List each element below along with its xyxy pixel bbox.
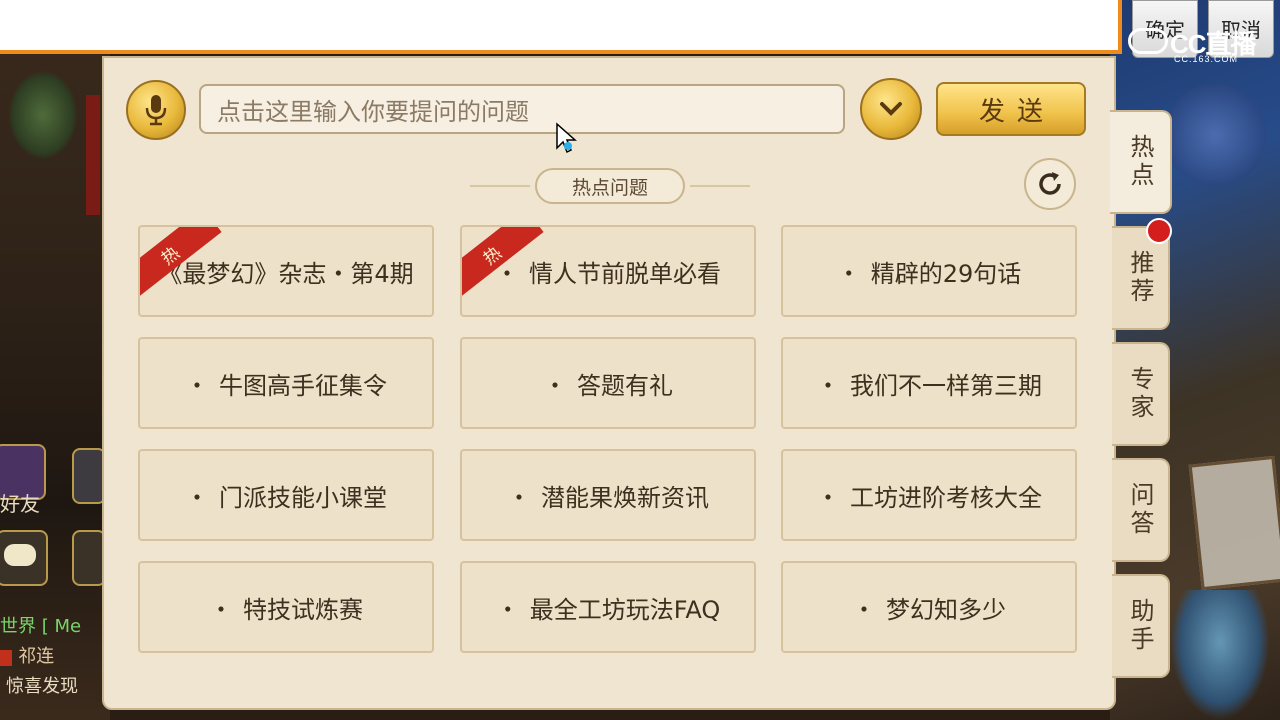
- history-dropdown-button[interactable]: [860, 78, 922, 140]
- watermark-sub: CC.163.COM: [1174, 54, 1239, 64]
- hot-question-item[interactable]: 热 ・情人节前脱单必看: [460, 225, 756, 317]
- cc-live-watermark: CC直播 CC.163.COM: [1128, 24, 1268, 64]
- title-ornament-left: [470, 185, 530, 187]
- chat-bubble-icon[interactable]: [0, 530, 48, 586]
- search-placeholder: 点击这里输入你要提问的问题: [217, 97, 529, 126]
- tab-label: 专家: [1126, 366, 1154, 422]
- hot-question-item[interactable]: ・工坊进阶考核大全: [781, 449, 1077, 541]
- tab-qa[interactable]: 问答: [1112, 458, 1170, 562]
- chat-line-text: 祁连: [18, 646, 55, 667]
- chevron-down-icon: [880, 102, 902, 116]
- top-text-input-bar[interactable]: [0, 0, 1122, 54]
- hot-question-item[interactable]: ・精辟的29句话: [781, 225, 1077, 317]
- question-label: 工坊进阶考核大全: [850, 483, 1042, 512]
- game-scene-character: [1170, 590, 1270, 720]
- question-label: 情人节前脱单必看: [529, 259, 721, 288]
- chat-line: 世界 [ Me: [0, 616, 82, 637]
- hot-question-item[interactable]: ・梦幻知多少: [781, 561, 1077, 653]
- hot-question-item[interactable]: 热 《最梦幻》杂志・第4期: [138, 225, 434, 317]
- question-label: 梦幻知多少: [886, 595, 1006, 624]
- cc-cloud-icon: [1128, 28, 1168, 54]
- send-button[interactable]: 发送: [936, 82, 1086, 136]
- hot-question-item[interactable]: ・特技试炼赛: [138, 561, 434, 653]
- tab-assistant[interactable]: 助手: [1112, 574, 1170, 678]
- tab-hot[interactable]: 热点: [1110, 110, 1172, 214]
- game-scene-pole: [86, 95, 100, 215]
- microphone-icon: [145, 95, 167, 126]
- hud-avatar-icon[interactable]: [72, 448, 106, 504]
- hot-question-item[interactable]: ・牛图高手征集令: [138, 337, 434, 429]
- friends-label: 好友: [0, 492, 40, 516]
- tab-label: 热点: [1126, 134, 1154, 190]
- chat-channel-badge: [0, 650, 13, 666]
- question-label: 最全工坊玩法FAQ: [529, 595, 721, 624]
- refresh-icon: [1039, 172, 1061, 195]
- tab-label: 问答: [1126, 482, 1154, 538]
- question-label: 精辟的29句话: [870, 259, 1022, 288]
- chat-line: 惊喜发现: [6, 676, 78, 697]
- hot-question-item[interactable]: ・答题有礼: [460, 337, 756, 429]
- question-label: 特技试炼赛: [243, 595, 363, 624]
- voice-input-button[interactable]: [126, 80, 186, 140]
- voice-icon[interactable]: [72, 530, 106, 586]
- question-label: 答题有礼: [577, 371, 673, 400]
- title-ornament-right: [690, 185, 750, 187]
- question-label: 《最梦幻》杂志・第4期: [158, 259, 414, 288]
- tab-expert[interactable]: 专家: [1112, 342, 1170, 446]
- question-label: 我们不一样第三期: [850, 371, 1042, 400]
- hot-question-item[interactable]: ・最全工坊玩法FAQ: [460, 561, 756, 653]
- question-label: 潜能果焕新资讯: [541, 483, 709, 512]
- question-label: 门派技能小课堂: [219, 483, 387, 512]
- hot-question-item[interactable]: ・我们不一样第三期: [781, 337, 1077, 429]
- hot-questions-title: 热点问题: [535, 168, 685, 204]
- tab-label: 助手: [1126, 598, 1154, 654]
- game-scene-plant: [8, 70, 78, 160]
- game-scene-picture: [1188, 455, 1280, 591]
- hot-question-item[interactable]: ・门派技能小课堂: [138, 449, 434, 541]
- hot-question-item[interactable]: ・潜能果焕新资讯: [460, 449, 756, 541]
- mouse-cursor-icon: [556, 122, 577, 154]
- game-scene-decoration: [1160, 70, 1270, 200]
- tab-label: 推荐: [1126, 250, 1154, 306]
- notification-dot: [1146, 218, 1172, 244]
- question-label: 牛图高手征集令: [219, 371, 387, 400]
- question-search-input[interactable]: 点击这里输入你要提问的问题: [199, 84, 845, 134]
- chat-line: 祁连: [0, 642, 54, 668]
- refresh-button[interactable]: [1024, 158, 1076, 210]
